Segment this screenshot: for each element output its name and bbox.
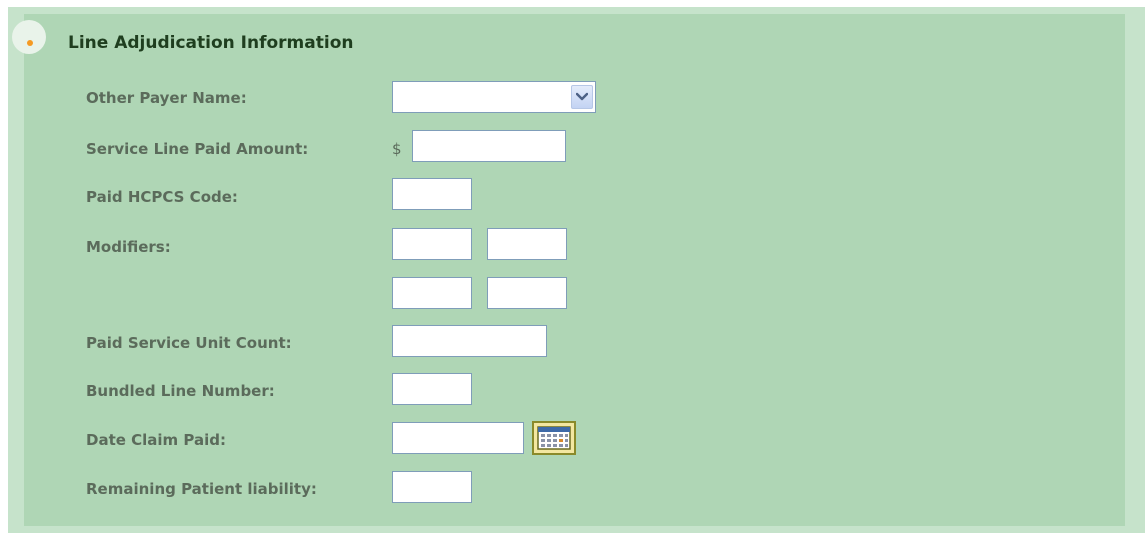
paid-service-unit-count-input[interactable] <box>392 325 547 357</box>
currency-symbol: $ <box>392 140 402 158</box>
remaining-patient-liability-input[interactable] <box>392 471 472 503</box>
paid-hcpcs-code-input[interactable] <box>392 178 472 210</box>
modifier-4-input[interactable] <box>487 277 567 309</box>
date-claim-paid-label: Date Claim Paid: <box>86 431 226 449</box>
calendar-button[interactable] <box>532 421 576 455</box>
other-payer-name-select[interactable] <box>392 81 596 113</box>
modifiers-label: Modifiers: <box>86 238 171 256</box>
service-line-paid-amount-input[interactable] <box>412 130 566 162</box>
paid-service-unit-count-label: Paid Service Unit Count: <box>86 334 292 352</box>
section-bullet-halo <box>12 20 46 54</box>
section-title: Line Adjudication Information <box>68 33 354 53</box>
remaining-patient-liability-label: Remaining Patient liability: <box>86 480 317 498</box>
modifier-1-input[interactable] <box>392 228 472 260</box>
paid-hcpcs-code-label: Paid HCPCS Code: <box>86 188 238 206</box>
chevron-down-icon <box>576 92 588 101</box>
service-line-paid-amount-label: Service Line Paid Amount: <box>86 140 309 158</box>
modifier-3-input[interactable] <box>392 277 472 309</box>
dropdown-button[interactable] <box>571 85 593 109</box>
section-bullet-icon <box>27 40 33 46</box>
modifier-2-input[interactable] <box>487 228 567 260</box>
bundled-line-number-input[interactable] <box>392 373 472 405</box>
date-claim-paid-input[interactable] <box>392 422 524 454</box>
calendar-icon <box>537 426 571 450</box>
other-payer-name-label: Other Payer Name: <box>86 89 247 107</box>
bundled-line-number-label: Bundled Line Number: <box>86 382 275 400</box>
